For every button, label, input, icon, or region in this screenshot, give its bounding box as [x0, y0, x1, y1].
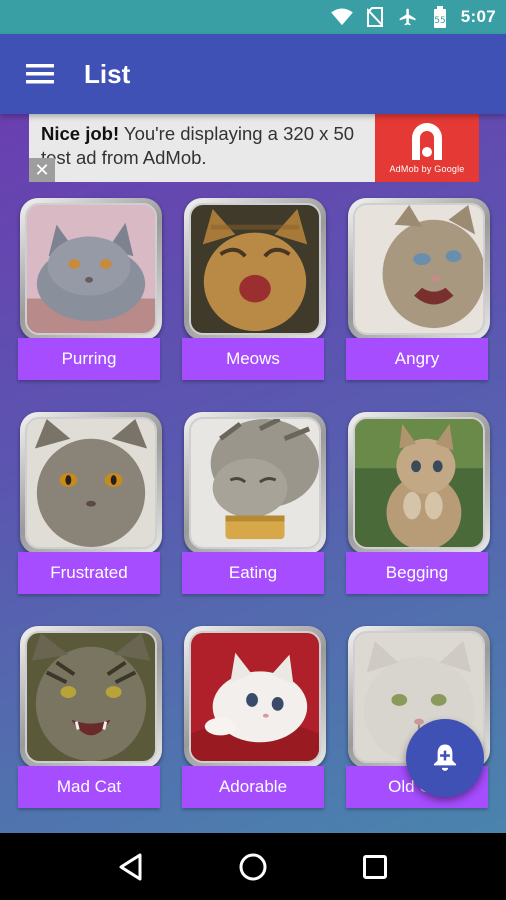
tile-frame	[184, 412, 326, 554]
tile-purring[interactable]: Purring	[18, 198, 162, 382]
tile-label: Meows	[182, 338, 324, 380]
admob-logo[interactable]: AdMob by Google	[375, 114, 479, 182]
recents-icon	[363, 854, 387, 879]
ad-banner[interactable]: Nice job! You're displaying a 320 x 50 t…	[29, 114, 479, 182]
cat-photo-eating	[189, 417, 321, 549]
tile-begging[interactable]: Begging	[346, 412, 490, 596]
nav-recents-button[interactable]	[351, 843, 399, 891]
hamburger-menu-icon	[26, 64, 54, 84]
tile-label: Mad Cat	[18, 766, 160, 808]
add-alarm-fab[interactable]	[406, 719, 484, 797]
page-title: List	[84, 58, 131, 89]
tile-eating[interactable]: Eating	[182, 412, 326, 596]
ad-close-button[interactable]: ✕	[29, 158, 55, 182]
cat-photo-purring	[25, 203, 157, 335]
tile-frame	[20, 626, 162, 768]
app-bar: List	[0, 34, 506, 114]
tile-frame	[348, 412, 490, 554]
admob-caption: AdMob by Google	[389, 164, 465, 174]
tile-adorable[interactable]: Adorable	[182, 626, 326, 810]
tile-frustrated[interactable]: Frustrated	[18, 412, 162, 596]
tile-frame	[348, 198, 490, 340]
tile-mad-cat[interactable]: Mad Cat	[18, 626, 162, 810]
tile-label: Frustrated	[18, 552, 160, 594]
tile-meows[interactable]: Meows	[182, 198, 326, 382]
airplane-icon	[399, 8, 416, 26]
tile-frame	[184, 626, 326, 768]
back-icon	[119, 853, 142, 880]
svg-text:55: 55	[434, 16, 445, 26]
tile-angry[interactable]: Angry	[346, 198, 490, 382]
tile-frame	[184, 198, 326, 340]
cat-photo-angry	[353, 203, 485, 335]
battery-icon: 55	[433, 6, 446, 28]
ad-text: Nice job! You're displaying a 320 x 50 t…	[41, 122, 377, 170]
nav-back-button[interactable]	[107, 843, 155, 891]
add-alarm-bell-icon	[433, 744, 457, 771]
wifi-icon	[330, 8, 353, 26]
status-time: 5:07	[460, 7, 496, 26]
tile-label: Adorable	[182, 766, 324, 808]
tile-label: Angry	[346, 338, 488, 380]
tile-frame	[20, 412, 162, 554]
admob-logo-icon	[412, 123, 442, 160]
tile-label: Eating	[182, 552, 324, 594]
menu-button[interactable]	[12, 46, 68, 102]
ad-bold-text: Nice job!	[41, 123, 120, 144]
cat-photo-frustrated	[25, 417, 157, 549]
status-bar: 55 5:07	[0, 0, 506, 34]
cat-photo-mad-cat	[25, 631, 157, 763]
system-nav-bar	[0, 833, 506, 900]
cat-photo-adorable	[189, 631, 321, 763]
no-sim-icon	[366, 7, 383, 27]
tile-frame	[20, 198, 162, 340]
cat-photo-begging	[353, 417, 485, 549]
tile-label: Begging	[346, 552, 488, 594]
cat-photo-meows	[189, 203, 321, 335]
tile-label: Purring	[18, 338, 160, 380]
home-icon	[239, 853, 267, 880]
nav-home-button[interactable]	[229, 843, 277, 891]
